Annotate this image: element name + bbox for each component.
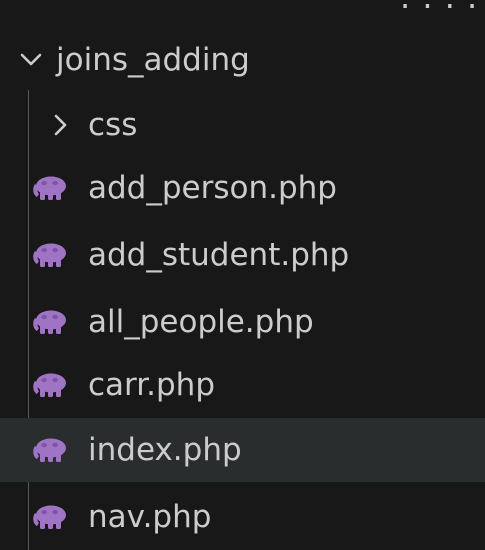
folder-label: css — [88, 107, 138, 143]
folder-row-joins-adding[interactable]: joins_adding — [0, 28, 485, 92]
cropped-header-text: . . . . g — [0, 0, 485, 20]
php-elephant-icon — [32, 309, 70, 335]
folder-row-css[interactable]: css — [0, 93, 485, 157]
file-label: add_person.php — [88, 170, 337, 206]
file-row-all-people[interactable]: all_people.php — [0, 290, 485, 354]
file-row-index[interactable]: index.php — [0, 418, 485, 482]
php-elephant-icon — [32, 437, 70, 463]
php-elephant-icon — [32, 242, 70, 268]
file-label: index.php — [88, 432, 242, 468]
php-elephant-icon — [32, 175, 70, 201]
php-elephant-icon — [32, 504, 70, 530]
php-elephant-icon — [32, 372, 70, 398]
file-label: carr.php — [88, 367, 215, 403]
file-label: add_student.php — [88, 237, 350, 273]
file-row-carr[interactable]: carr.php — [0, 353, 485, 417]
chevron-down-icon[interactable] — [18, 28, 48, 92]
file-row-add-student[interactable]: add_student.php — [0, 223, 485, 287]
file-row-add-person[interactable]: add_person.php — [0, 156, 485, 220]
file-explorer: . . . . g joins_adding css — [0, 0, 485, 550]
folder-label: joins_adding — [56, 42, 250, 78]
chevron-right-icon[interactable] — [50, 93, 80, 157]
file-label: nav.php — [88, 499, 212, 535]
file-row-nav[interactable]: nav.php — [0, 485, 485, 549]
file-label: all_people.php — [88, 304, 314, 340]
